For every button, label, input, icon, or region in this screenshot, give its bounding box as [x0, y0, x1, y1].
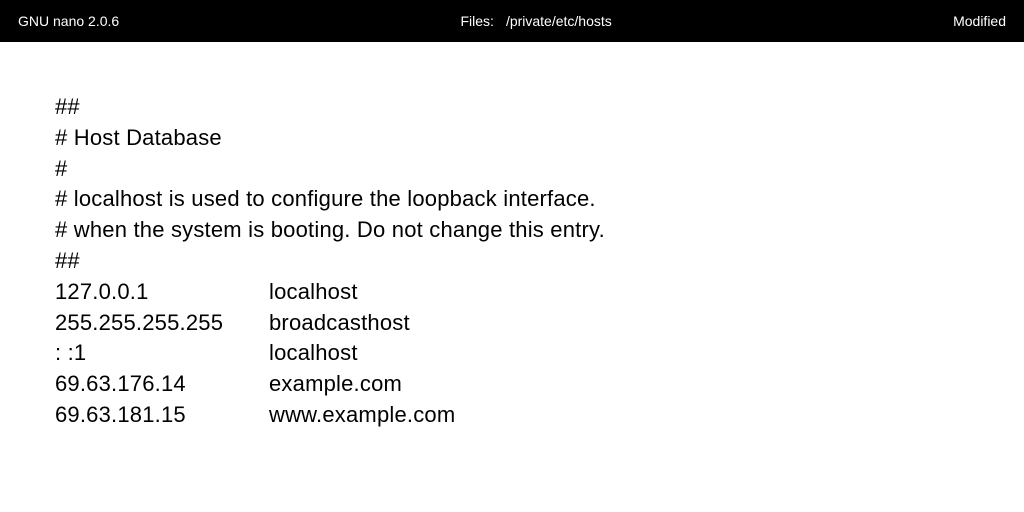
entry-ip: 69.63.176.14: [55, 369, 269, 400]
entry-ip: 69.63.181.15: [55, 400, 269, 431]
host-entry: : :1 localhost: [55, 338, 969, 369]
host-entry: 255.255.255.255 broadcasthost: [55, 308, 969, 339]
entry-ip: 127.0.0.1: [55, 277, 269, 308]
comment-line: ##: [55, 246, 969, 277]
comment-line: # when the system is booting. Do not cha…: [55, 215, 969, 246]
host-entry: 69.63.181.15 www.example.com: [55, 400, 969, 431]
comment-line: # Host Database: [55, 123, 969, 154]
entry-host: example.com: [269, 369, 969, 400]
entry-host: broadcasthost: [269, 308, 969, 339]
file-info: Files: /private/etc/hosts: [119, 13, 953, 29]
modified-status: Modified: [953, 13, 1006, 29]
comment-line: #: [55, 154, 969, 185]
file-label: Files:: [460, 13, 493, 29]
editor-header: GNU nano 2.0.6 Files: /private/etc/hosts…: [0, 0, 1024, 42]
editor-content[interactable]: ## # Host Database # # localhost is used…: [0, 42, 1024, 431]
entry-host: localhost: [269, 277, 969, 308]
host-entry: 127.0.0.1 localhost: [55, 277, 969, 308]
entry-host: localhost: [269, 338, 969, 369]
comment-line: # localhost is used to configure the loo…: [55, 184, 969, 215]
comment-line: ##: [55, 92, 969, 123]
entry-ip: 255.255.255.255: [55, 308, 269, 339]
host-entry: 69.63.176.14 example.com: [55, 369, 969, 400]
file-path: /private/etc/hosts: [506, 13, 612, 29]
entry-ip: : :1: [55, 338, 269, 369]
app-name: GNU nano 2.0.6: [18, 13, 119, 29]
entry-host: www.example.com: [269, 400, 969, 431]
